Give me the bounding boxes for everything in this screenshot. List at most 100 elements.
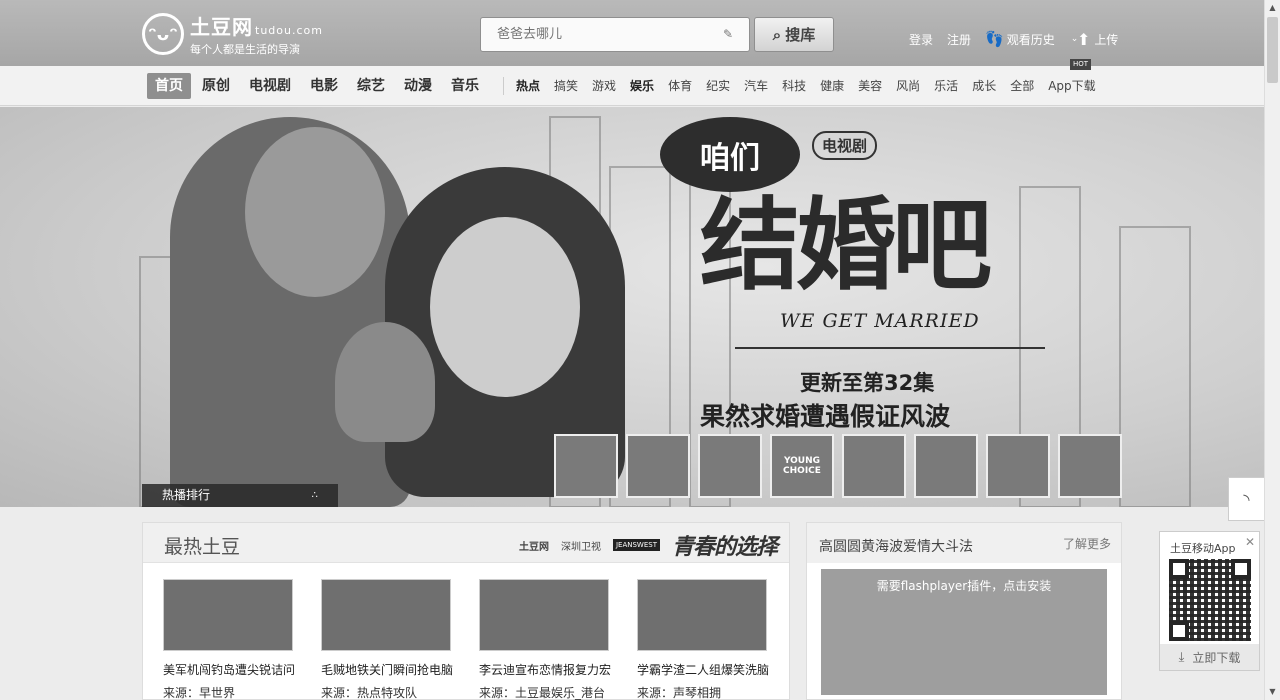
search-input[interactable] bbox=[481, 18, 701, 51]
nav-secondary: 热点 搞笑 游戏 娱乐 体育 纪实 汽车 科技 健康 美容 风尚 乐活 成长 全… bbox=[516, 77, 1110, 94]
hero-banner[interactable]: 咱们 电视剧 结婚吧 WE GET MARRIED 更新至第32集 果然求婚遭遇… bbox=[0, 107, 1264, 507]
video-card[interactable]: 李云迪宣布恋情报复力宏 来源：土豆最娱乐_港台 bbox=[479, 579, 637, 700]
hot-videos-panel: 最热土豆 土豆网 深圳卫视 JEANSWEST 青春的选择 美军机闯钓岛遭尖锐诘… bbox=[142, 522, 790, 700]
banner-show-title: 结婚吧 bbox=[700, 186, 992, 304]
search-box: ✎ bbox=[480, 17, 750, 52]
nav-sub-item[interactable]: 全部 bbox=[1010, 77, 1034, 94]
banner-thumb[interactable]: YOUNG CHOICE bbox=[770, 434, 834, 498]
nav-item-tv[interactable]: 电视剧 bbox=[241, 73, 299, 99]
nav-sub-item[interactable]: 娱乐 bbox=[630, 77, 654, 94]
banner-thumb[interactable] bbox=[842, 434, 906, 498]
expand-dots-icon: ∴ bbox=[311, 490, 318, 501]
section-title: 最热土豆 bbox=[164, 536, 241, 558]
sponsor-logo: JEANSWEST bbox=[612, 539, 660, 551]
learn-more-link[interactable]: 了解更多 bbox=[1063, 535, 1111, 552]
video-card[interactable]: 学霸学渣二人组爆笑洗脑 来源：声琴相拥 bbox=[637, 579, 795, 700]
login-link[interactable]: 登录 bbox=[909, 31, 933, 48]
search-button-label: 搜库 bbox=[785, 26, 816, 44]
nav-item-variety[interactable]: 综艺 bbox=[349, 73, 393, 99]
download-icon: ⤓ bbox=[1178, 649, 1185, 665]
banner-plot: 果然求婚遭遇假证风波 bbox=[700, 402, 951, 431]
nav-sub-item[interactable]: 体育 bbox=[668, 77, 692, 94]
video-thumbnail[interactable] bbox=[479, 579, 609, 651]
nav-item-original[interactable]: 原创 bbox=[194, 73, 238, 99]
banner-thumb[interactable] bbox=[986, 434, 1050, 498]
sponsor-logo[interactable]: 青春的选择 bbox=[672, 529, 778, 561]
nav-sub-item[interactable]: 纪实 bbox=[706, 77, 730, 94]
nav-divider bbox=[503, 77, 504, 95]
video-source: 来源：早世界 bbox=[163, 686, 236, 700]
mobile-app-popup: 土豆移动App ✕ ⤓ 立即下载 bbox=[1159, 531, 1260, 671]
nav-sub-item[interactable]: 风尚 bbox=[896, 77, 920, 94]
video-source: 来源：声琴相拥 bbox=[637, 686, 722, 700]
page-scrollbar[interactable]: ▲ ▼ bbox=[1264, 0, 1280, 700]
hot-ranking-label: 热播排行 bbox=[162, 488, 211, 502]
header: ᵔᴗᵔ 土豆网tudou.com 每个人都是生活的导演 ✎ ⌕ 搜库 登录 注册… bbox=[0, 0, 1264, 66]
actress-face-woman bbox=[430, 217, 580, 397]
banner-show-title-en: WE GET MARRIED bbox=[780, 310, 980, 332]
banner-thumbnails: YOUNG CHOICE bbox=[554, 434, 1122, 498]
video-title[interactable]: 学霸学渣二人组爆笑洗脑 bbox=[637, 661, 787, 678]
banner-category-tag: 电视剧 bbox=[812, 131, 878, 160]
rss-icon[interactable]: ◝ bbox=[1228, 477, 1264, 521]
nav-item-home[interactable]: 首页 bbox=[147, 73, 191, 99]
banner-episode: 更新至第32集 bbox=[800, 371, 935, 395]
close-icon[interactable]: ✕ bbox=[1245, 535, 1255, 549]
cactus-illustration bbox=[335, 322, 435, 442]
banner-thumb[interactable] bbox=[554, 434, 618, 498]
banner-thumb[interactable] bbox=[698, 434, 762, 498]
history-label: 观看历史 bbox=[1006, 32, 1055, 47]
upload-link[interactable]: ⬆ 上传 bbox=[1077, 30, 1118, 49]
nav-item-music[interactable]: 音乐 bbox=[443, 73, 487, 99]
promo-title[interactable]: 高圆圆黄海波爱情大斗法 bbox=[819, 536, 973, 556]
nav-sub-item[interactable]: 搞笑 bbox=[554, 77, 578, 94]
scrollbar-thumb[interactable] bbox=[1267, 17, 1278, 83]
search-icon: ⌕ bbox=[772, 25, 782, 44]
promo-panel: 高圆圆黄海波爱情大斗法 了解更多 需要flashplayer插件，点击安装 bbox=[806, 522, 1122, 700]
video-list: 美军机闯钓岛遭尖锐诘问 来源：早世界 毛贼地铁关门瞬间抢电脑 来源：热点特攻队 … bbox=[163, 579, 795, 700]
sponsor-logo: 深圳卫视 bbox=[560, 541, 601, 553]
sponsor-logos: 土豆网 深圳卫视 JEANSWEST 青春的选择 bbox=[507, 529, 778, 561]
video-card[interactable]: 美军机闯钓岛遭尖锐诘问 来源：早世界 bbox=[163, 579, 321, 700]
nav-sub-item[interactable]: 游戏 bbox=[592, 77, 616, 94]
video-title[interactable]: 美军机闯钓岛遭尖锐诘问 bbox=[163, 661, 313, 678]
upload-arrow-icon: ⬆ bbox=[1077, 30, 1091, 49]
nav-sub-item[interactable]: 热点 bbox=[516, 77, 540, 94]
nav-sub-item[interactable]: 乐活 bbox=[934, 77, 958, 94]
video-title[interactable]: 毛贼地铁关门瞬间抢电脑 bbox=[321, 661, 471, 678]
app-download-button[interactable]: ⤓ 立即下载 bbox=[1160, 644, 1259, 670]
nav-item-movie[interactable]: 电影 bbox=[302, 73, 346, 99]
video-thumbnail[interactable] bbox=[163, 579, 293, 651]
hot-ranking-bar[interactable]: 热播排行 ∴ bbox=[142, 484, 338, 507]
banner-thumb[interactable] bbox=[914, 434, 978, 498]
nav-sub-item[interactable]: 汽车 bbox=[744, 77, 768, 94]
scroll-down-arrow-icon[interactable]: ▼ bbox=[1265, 684, 1280, 700]
image-search-icon[interactable]: ✎ bbox=[723, 27, 741, 41]
footprint-icon: 👣 bbox=[985, 30, 1004, 48]
site-logo[interactable]: ᵔᴗᵔ 土豆网 tudou.com 每个人都是生活的导演 bbox=[142, 11, 323, 57]
video-source: 来源：土豆最娱乐_港台 bbox=[479, 686, 606, 700]
banner-thumb[interactable] bbox=[1058, 434, 1122, 498]
banner-ornament bbox=[735, 335, 1045, 349]
logo-face-icon: ᵔᴗᵔ bbox=[142, 13, 184, 55]
flash-install-prompt[interactable]: 需要flashplayer插件，点击安装 bbox=[821, 569, 1107, 695]
hot-badge: HOT bbox=[1070, 59, 1092, 70]
nav-sub-item[interactable]: 科技 bbox=[782, 77, 806, 94]
banner-bubble-text: 咱们 bbox=[660, 117, 800, 192]
search-button[interactable]: ⌕ 搜库 bbox=[754, 17, 834, 52]
nav-sub-item-app[interactable]: App下载 bbox=[1048, 77, 1095, 94]
banner-thumb[interactable] bbox=[626, 434, 690, 498]
video-title[interactable]: 李云迪宣布恋情报复力宏 bbox=[479, 661, 629, 678]
video-card[interactable]: 毛贼地铁关门瞬间抢电脑 来源：热点特攻队 bbox=[321, 579, 479, 700]
scroll-up-arrow-icon[interactable]: ▲ bbox=[1265, 0, 1280, 16]
nav-item-anime[interactable]: 动漫 bbox=[396, 73, 440, 99]
nav-sub-item[interactable]: 成长 bbox=[972, 77, 996, 94]
nav-sub-item[interactable]: 美容 bbox=[858, 77, 882, 94]
register-link[interactable]: 注册 bbox=[947, 31, 971, 48]
qr-code bbox=[1169, 559, 1251, 641]
sponsor-logo: 土豆网 bbox=[518, 541, 549, 553]
video-thumbnail[interactable] bbox=[637, 579, 767, 651]
nav-sub-item[interactable]: 健康 bbox=[820, 77, 844, 94]
actor-face-man bbox=[245, 127, 385, 297]
video-thumbnail[interactable] bbox=[321, 579, 451, 651]
